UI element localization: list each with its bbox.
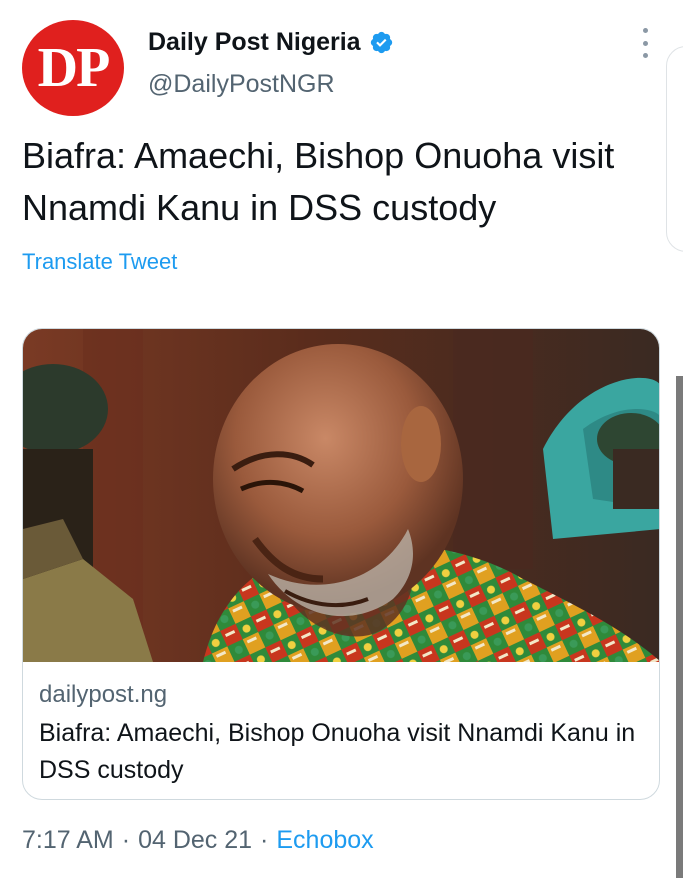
more-dot [642, 28, 648, 33]
card-image[interactable] [23, 329, 660, 662]
tweet-meta: 7:17 AM · 04 Dec 21 · Echobox [22, 826, 374, 855]
more-options-icon[interactable] [636, 28, 654, 58]
verified-badge-icon [370, 31, 392, 54]
more-dot [642, 53, 648, 58]
tweet-source-link[interactable]: Echobox [276, 826, 373, 855]
avatar[interactable]: DP [22, 20, 124, 116]
author-display-name[interactable]: Daily Post Nigeria [148, 28, 361, 57]
translate-tweet-link[interactable]: Translate Tweet [22, 249, 177, 275]
author-name-row[interactable]: Daily Post Nigeria [148, 28, 394, 57]
author-handle[interactable]: @DailyPostNGR [148, 70, 335, 99]
card-domain: dailypost.ng [39, 681, 168, 708]
tweet-date[interactable]: 04 Dec 21 [138, 826, 252, 855]
tweet-text: Biafra: Amaechi, Bishop Onuoha visit Nna… [22, 135, 615, 228]
more-dot [642, 40, 648, 46]
link-preview-card[interactable]: dailypost.ng Biafra: Amaechi, Bishop Onu… [22, 328, 660, 800]
scrollbar[interactable] [676, 376, 683, 878]
meta-separator: · [260, 826, 269, 854]
meta-separator: · [121, 826, 131, 854]
card-title: Biafra: Amaechi, Bishop Onuoha visit Nna… [39, 719, 636, 784]
tweet[interactable]: DP Daily Post Nigeria @DailyPostNGR Biaf… [0, 0, 683, 878]
avatar-logo-text: DP [37, 37, 111, 99]
tweet-time[interactable]: 7:17 AM [22, 826, 114, 855]
